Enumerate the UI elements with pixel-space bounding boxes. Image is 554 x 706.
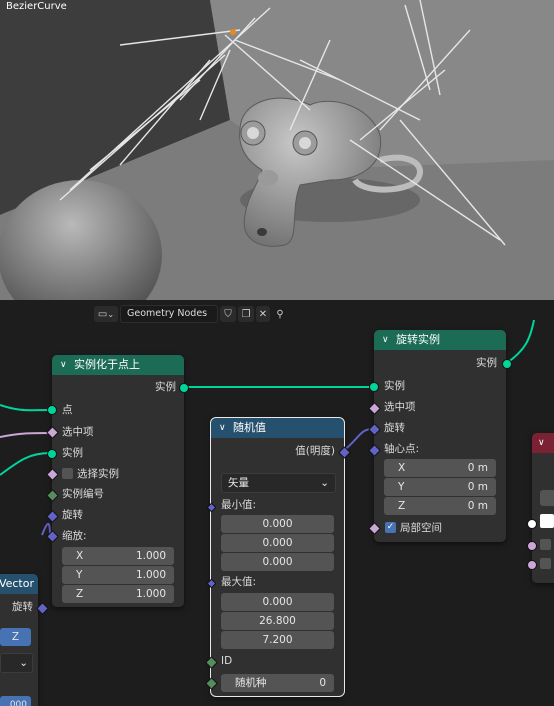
- viewport-scene: [0, 0, 554, 300]
- partial-checkbox-1[interactable]: [540, 539, 551, 550]
- chevron-down-icon: ∨: [219, 423, 226, 433]
- input-rotation-label: 旋转: [62, 509, 83, 521]
- node-header[interactable]: ∨ 随机值: [211, 418, 344, 438]
- node-header[interactable]: ∨ 旋转实例: [374, 330, 506, 350]
- pin-icon: ⚲: [276, 308, 284, 320]
- chevron-down-icon: ∨: [538, 438, 545, 448]
- chevron-down-icon: ∨: [382, 335, 389, 345]
- close-icon: ✕: [258, 308, 268, 320]
- 3d-viewport[interactable]: BezierCurve: [0, 0, 554, 300]
- input-points-label: 点: [62, 404, 73, 416]
- node-header[interactable]: ∨: [532, 433, 554, 453]
- instance-index-label: 实例编号: [62, 488, 104, 500]
- input-pivot-label: 轴心点:: [384, 443, 420, 455]
- checkmark-icon: ✓: [386, 522, 395, 532]
- chevron-down-icon: ⌄: [107, 309, 115, 319]
- output-value-label: 值(明度): [295, 445, 335, 457]
- node-title: 实例化于点上: [74, 358, 140, 371]
- local-space-label: 局部空间: [400, 522, 442, 534]
- pivot-y-field[interactable]: Y 0 m: [384, 478, 496, 496]
- seed-field[interactable]: 随机种 0: [221, 674, 334, 692]
- node-tree-name-field[interactable]: Geometry Nodes: [120, 305, 218, 323]
- vector-node-partial[interactable]: Vector 旋转 Z ⌄ 000: [0, 574, 49, 706]
- min-y-field[interactable]: 0.000: [221, 534, 334, 552]
- node-editor[interactable]: ▭ ⌄ Geometry Nodes ⛉ ❐ ✕ ⚲ ∨ 实例化于点上 实例 点…: [0, 300, 554, 706]
- max-x-field[interactable]: 0.000: [221, 593, 334, 611]
- input-socket-pink-2[interactable]: [527, 560, 537, 570]
- node-header[interactable]: ∨ 实例化于点上: [52, 355, 184, 375]
- node-title: 旋转实例: [396, 333, 440, 346]
- local-space-checkbox[interactable]: ✓: [385, 522, 396, 533]
- min-z-field[interactable]: 0.000: [221, 553, 334, 571]
- min-label: 最小值:: [221, 499, 257, 511]
- input-socket-pink[interactable]: [527, 541, 537, 551]
- input-points-socket[interactable]: [47, 405, 57, 415]
- max-y-field[interactable]: 26.800: [221, 612, 334, 630]
- scale-z-field[interactable]: Z 1.000: [62, 585, 174, 603]
- partial-field[interactable]: [540, 490, 554, 506]
- partial-value-field[interactable]: 000: [0, 696, 31, 706]
- output-instances-socket[interactable]: [502, 359, 512, 369]
- max-z-field[interactable]: 7.200: [221, 631, 334, 649]
- node-tree-type-dropdown[interactable]: ▭ ⌄: [94, 306, 118, 322]
- input-instance-label: 实例: [62, 447, 83, 459]
- min-x-field[interactable]: 0.000: [221, 515, 334, 533]
- output-instances-label: 实例: [155, 381, 176, 393]
- pick-instance-label: 选择实例: [77, 468, 119, 480]
- image-icon: [540, 514, 554, 528]
- pick-instance-checkbox[interactable]: [62, 468, 73, 479]
- output-rotation-label: 旋转: [12, 601, 33, 613]
- input-selection-label: 选中项: [384, 401, 416, 413]
- pin-button[interactable]: ⚲: [272, 306, 288, 322]
- pivot-z-field[interactable]: Z 0 m: [384, 497, 496, 515]
- input-selection-label: 选中项: [62, 426, 94, 438]
- node-title: 随机值: [233, 421, 266, 434]
- output-instances-label: 实例: [476, 357, 497, 369]
- z-axis-button[interactable]: Z: [0, 628, 31, 646]
- duplicate-button[interactable]: ❐: [238, 306, 254, 322]
- partial-dropdown[interactable]: ⌄: [0, 653, 33, 673]
- input-scale-label: 缩放:: [62, 530, 87, 542]
- chevron-down-icon: ⌄: [320, 477, 329, 489]
- scale-x-field[interactable]: X 1.000: [62, 547, 174, 565]
- input-instances-label: 实例: [384, 380, 405, 392]
- chevron-down-icon: ⌄: [19, 657, 28, 669]
- input-instances-socket[interactable]: [369, 382, 379, 392]
- data-type-select[interactable]: 矢量 ⌄: [221, 473, 336, 493]
- partial-node-right[interactable]: ∨: [527, 433, 554, 583]
- node-header[interactable]: Vector: [0, 574, 38, 594]
- id-label: ID: [221, 655, 233, 667]
- active-object-label: BezierCurve: [6, 1, 67, 12]
- input-socket-white[interactable]: [527, 519, 537, 529]
- node-tree-icon: ▭: [97, 308, 108, 320]
- fake-user-button[interactable]: ⛉: [220, 306, 236, 322]
- instance-on-points-node[interactable]: ∨ 实例化于点上 实例 点 选中项 实例 选择实例 实例编号 旋转 缩放: X …: [46, 355, 189, 607]
- scale-y-field[interactable]: Y 1.000: [62, 566, 174, 584]
- input-instance-socket[interactable]: [47, 449, 57, 459]
- input-rotation-label: 旋转: [384, 422, 405, 434]
- output-instances-socket[interactable]: [179, 383, 189, 393]
- node-tree-selector: ▭ ⌄ Geometry Nodes ⛉ ❐ ✕ ⚲: [94, 305, 288, 323]
- rotate-instances-node[interactable]: ∨ 旋转实例 实例 实例 选中项 旋转 轴心点: X 0 m Y 0 m Z 0…: [368, 330, 512, 542]
- node-title: Vector: [0, 577, 34, 590]
- pivot-x-field[interactable]: X 0 m: [384, 459, 496, 477]
- max-label: 最大值:: [221, 576, 257, 588]
- unlink-button[interactable]: ✕: [256, 306, 270, 322]
- partial-checkbox-2[interactable]: [540, 558, 551, 569]
- random-value-node[interactable]: ∨ 随机值 值(明度) 矢量 ⌄ 最小值: 0.000 0.000 0.000 …: [205, 417, 351, 697]
- copy-icon: ❐: [241, 308, 251, 320]
- chevron-down-icon: ∨: [60, 360, 67, 370]
- shield-icon: ⛉: [224, 308, 232, 320]
